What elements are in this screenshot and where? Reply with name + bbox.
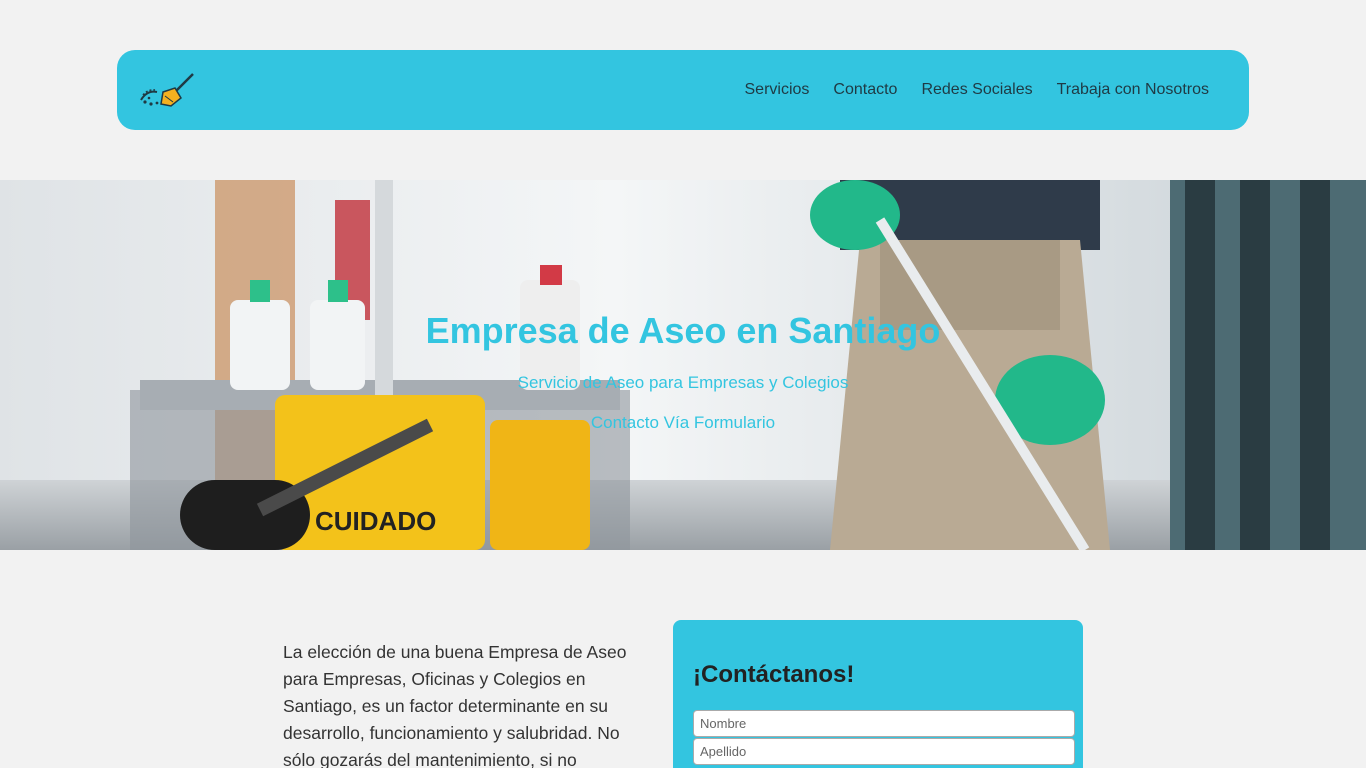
navbar: Servicios Contacto Redes Sociales Trabaj… [117,50,1249,130]
broom-icon[interactable] [137,70,197,110]
hero-banner: CUIDADO Empresa de Aseo en Santiago Serv… [0,180,1366,550]
nombre-field[interactable] [693,710,1075,737]
nav-link-redes-sociales[interactable]: Redes Sociales [921,81,1032,99]
intro-paragraph: La elección de una buena Empresa de Aseo… [283,642,627,768]
caution-sign-text: CUIDADO [315,506,436,536]
nav-link-servicios[interactable]: Servicios [745,81,810,99]
hero-subtitle: Servicio de Aseo para Empresas y Colegio… [517,373,849,392]
hero-title: Empresa de Aseo en Santiago [425,310,941,351]
apellido-field[interactable] [693,738,1075,765]
hero-background-image: CUIDADO [0,180,1366,550]
contact-form-link[interactable]: Contacto Vía Formulario [0,413,1366,433]
nav-link-contacto[interactable]: Contacto [833,81,897,99]
contact-form-title: ¡Contáctanos! [693,661,855,688]
nav-link-trabaja-con-nosotros[interactable]: Trabaja con Nosotros [1057,81,1209,99]
main-nav: Servicios Contacto Redes Sociales Trabaj… [745,50,1210,130]
contact-form: ¡Contáctanos! [673,620,1083,768]
